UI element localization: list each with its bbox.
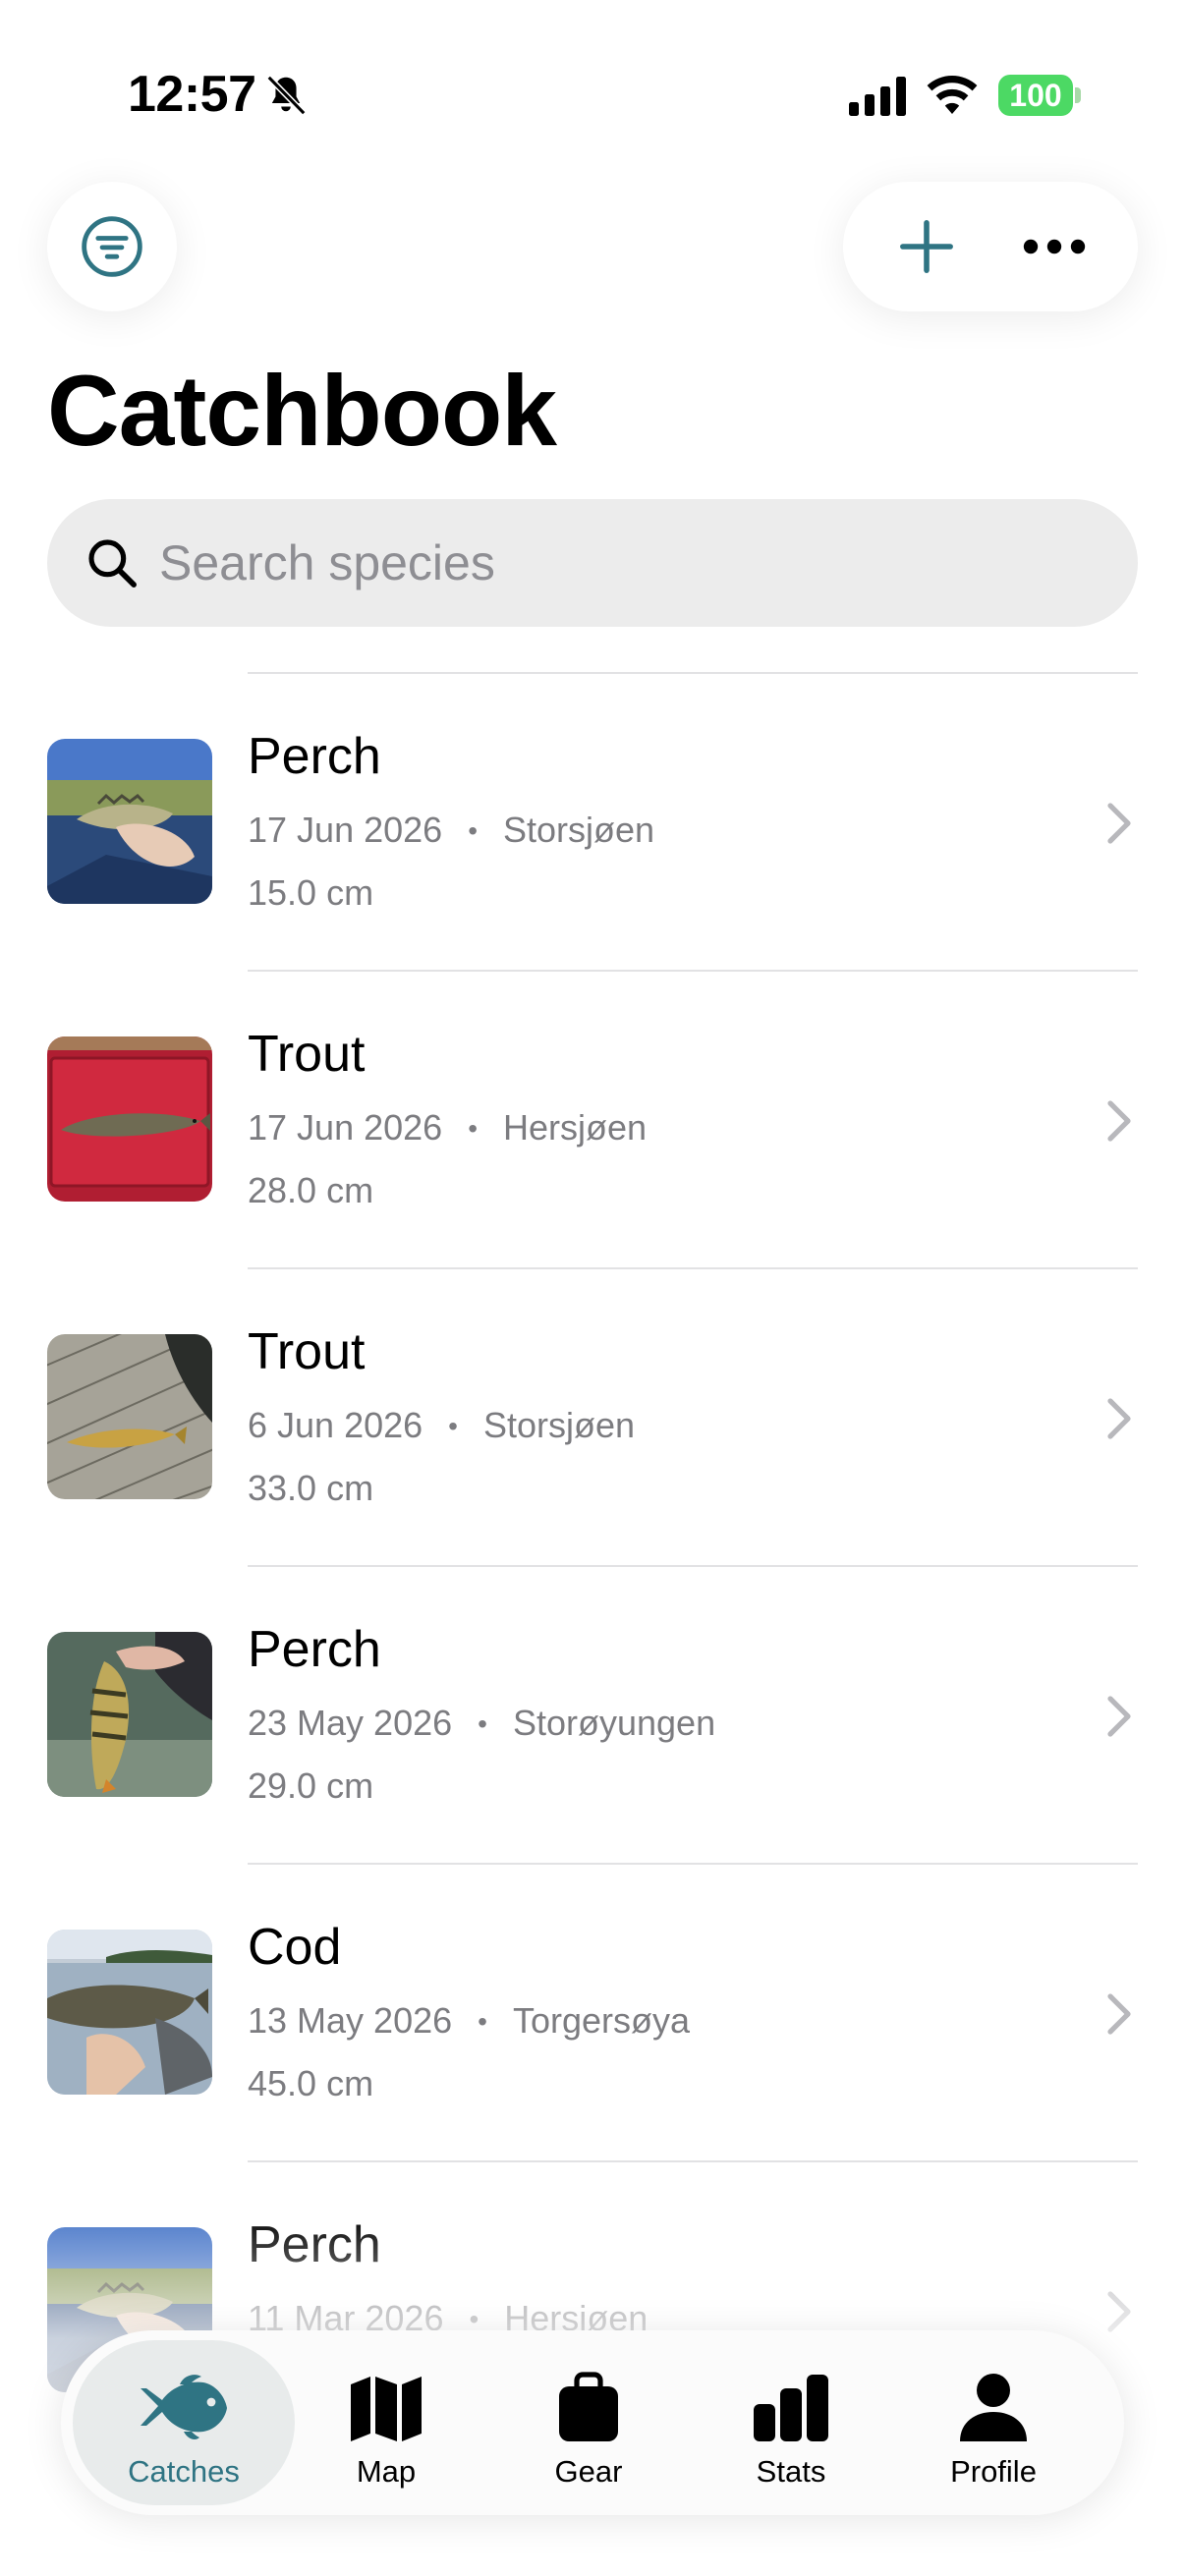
tab-gear[interactable]: Gear	[478, 2340, 700, 2505]
catch-length: 33.0 cm	[248, 1468, 374, 1508]
add-catch-button[interactable]	[863, 182, 990, 311]
catch-photo	[47, 1632, 212, 1797]
catch-location: Storsjøen	[482, 1405, 636, 1445]
tab-label: Gear	[554, 2454, 623, 2489]
chevron-right-icon	[1107, 1696, 1131, 1737]
catch-date: 13 May 2026	[248, 2000, 453, 2041]
tab-label: Map	[356, 2454, 417, 2489]
catch-meta: 23 May 2026 • Storøyungen	[248, 1703, 715, 1744]
row-separator	[248, 1565, 1138, 1567]
catch-location: Torgersøya	[512, 2000, 691, 2041]
tab-bar: Catches Map Gear Stats Profile	[61, 2330, 1124, 2515]
catch-list: Perch 17 Jun 2026 • Storsjøen 15.0 cm Trou…	[0, 672, 1185, 2458]
catch-list-item[interactable]: Trout 17 Jun 2026 • Hersjøen 28.0 cm	[0, 970, 1185, 1267]
tab-map[interactable]: Map	[275, 2340, 497, 2505]
catch-list-item[interactable]: Perch 17 Jun 2026 • Storsjøen 15.0 cm	[0, 672, 1185, 970]
catch-species: Cod	[248, 1919, 342, 1976]
search-icon	[88, 539, 137, 588]
catch-length: 28.0 cm	[248, 1170, 374, 1210]
bell-slash-icon	[266, 75, 307, 116]
row-separator	[248, 672, 1138, 674]
catch-meta: 13 May 2026 • Torgersøya	[248, 2000, 690, 2042]
row-separator	[248, 1863, 1138, 1865]
person-icon	[960, 2374, 1027, 2441]
tab-label: Stats	[756, 2454, 826, 2489]
chevron-right-icon	[1107, 1100, 1131, 1142]
chevron-right-icon	[1107, 1993, 1131, 2035]
catch-species: Trout	[248, 1026, 366, 1083]
catch-date: 6 Jun 2026	[248, 1405, 423, 1445]
search-input[interactable]	[159, 534, 1044, 591]
page-title: Catchbook	[47, 355, 557, 467]
catch-species: Perch	[248, 1621, 381, 1678]
meta-separator-dot: •	[468, 815, 478, 846]
ellipsis-icon	[1023, 239, 1086, 254]
status-time: 12:57	[128, 66, 256, 123]
meta-separator-dot: •	[448, 1411, 458, 1441]
catch-photo	[47, 739, 212, 904]
catch-list-item[interactable]: Cod 13 May 2026 • Torgersøya 45.0 cm	[0, 1863, 1185, 2160]
catch-length: 15.0 cm	[248, 872, 374, 913]
row-separator	[248, 2160, 1138, 2162]
tab-label: Catches	[128, 2454, 240, 2489]
more-options-button[interactable]	[990, 182, 1118, 311]
battery-indicator: 100	[998, 75, 1081, 116]
catch-species: Perch	[248, 728, 381, 785]
catch-length: 29.0 cm	[248, 1765, 374, 1806]
catch-meta: 17 Jun 2026 • Hersjøen	[248, 1107, 647, 1148]
catch-photo	[47, 1334, 212, 1499]
meta-separator-dot: •	[478, 1708, 487, 1739]
wifi-icon	[927, 75, 978, 114]
tab-stats[interactable]: Stats	[680, 2340, 902, 2505]
catch-date: 23 May 2026	[248, 1703, 453, 1743]
meta-separator-dot: •	[478, 2006, 487, 2037]
catch-location: Storsjøen	[503, 810, 655, 850]
status-bar: 12:57 100	[0, 0, 1185, 147]
catch-list-item[interactable]: Trout 6 Jun 2026 • Storsjøen 33.0 cm	[0, 1267, 1185, 1565]
chevron-right-icon	[1107, 1398, 1131, 1439]
bar-chart-icon	[754, 2375, 828, 2441]
filter-button[interactable]	[47, 182, 177, 311]
catch-date: 17 Jun 2026	[248, 810, 443, 850]
catch-meta: 6 Jun 2026 • Storsjøen	[248, 1405, 635, 1446]
battery-level: 100	[998, 75, 1073, 116]
catch-location: Hersjøen	[503, 1107, 648, 1148]
meta-separator-dot: •	[468, 1113, 478, 1144]
filter-icon	[82, 216, 142, 277]
tab-label: Profile	[950, 2454, 1037, 2489]
row-separator	[248, 970, 1138, 972]
row-separator	[248, 1267, 1138, 1269]
bag-icon	[559, 2372, 618, 2441]
catch-photo	[47, 1036, 212, 1202]
fish-icon	[141, 2375, 227, 2439]
chevron-right-icon	[1107, 803, 1131, 844]
plus-icon	[900, 220, 953, 273]
catch-list-item[interactable]: Perch 23 May 2026 • Storøyungen 29.0 cm	[0, 1565, 1185, 1863]
search-bar[interactable]	[47, 499, 1138, 627]
tab-profile[interactable]: Profile	[882, 2340, 1104, 2505]
battery-cap	[1075, 87, 1081, 103]
catch-meta: 17 Jun 2026 • Storsjøen	[248, 810, 654, 851]
catch-length: 45.0 cm	[248, 2063, 374, 2103]
catch-photo	[47, 1930, 212, 2095]
header-actions	[843, 182, 1138, 311]
tab-catches[interactable]: Catches	[73, 2340, 295, 2505]
catch-date: 17 Jun 2026	[248, 1107, 443, 1148]
cellular-signal-icon	[849, 77, 906, 116]
catch-location: Storøyungen	[512, 1703, 716, 1743]
catch-species: Trout	[248, 1323, 366, 1380]
map-icon	[351, 2377, 422, 2441]
